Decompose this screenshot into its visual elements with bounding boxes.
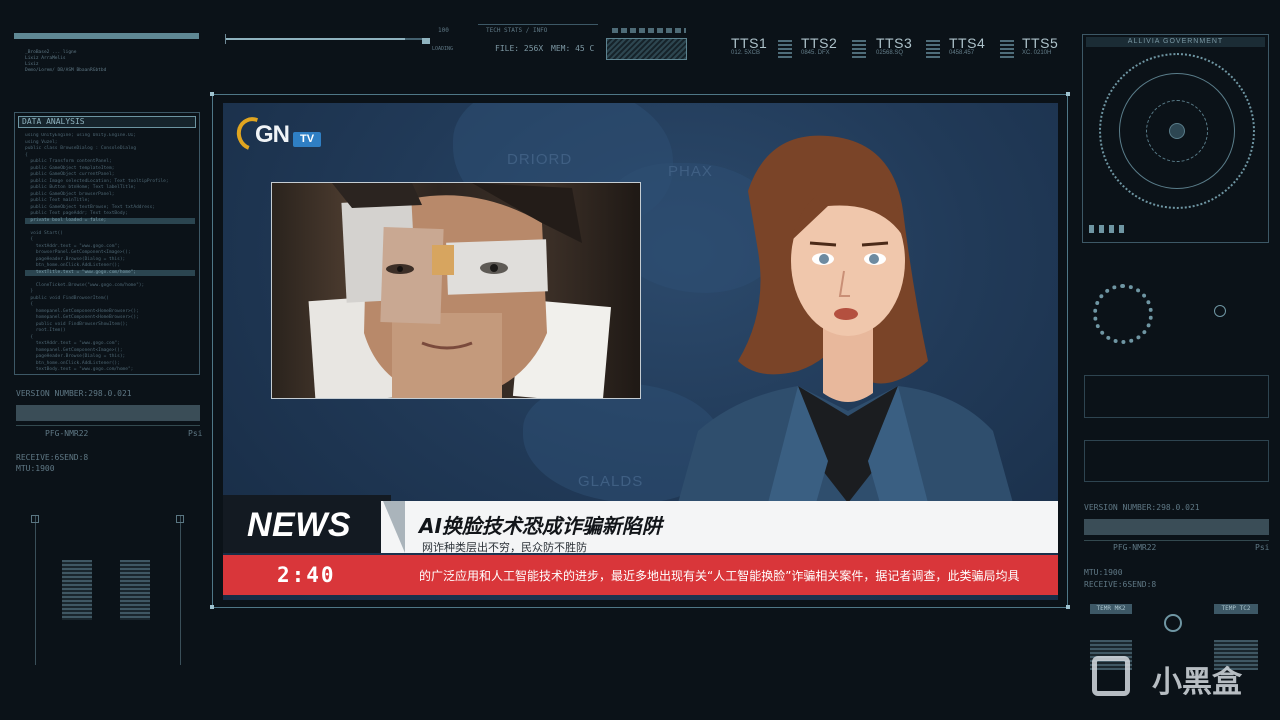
gov-panel-title: ALLIVIA GOVERNMENT xyxy=(1086,37,1265,47)
map-label: GLALDS xyxy=(578,473,644,490)
ticker-text: 的广泛应用和人工智能技术的进步，最近多地出现有关“人工智能换脸”诈骗相关案件，据… xyxy=(419,569,1020,583)
mem-readout: MEM: 45 C xyxy=(551,44,595,53)
load-label: LOADING xyxy=(432,46,454,52)
tts-name: TTS1 xyxy=(731,35,768,51)
heybox-logo-icon xyxy=(1092,656,1130,696)
frame-corner xyxy=(1066,605,1070,609)
loading-bar xyxy=(225,38,430,40)
frame-corner xyxy=(1066,92,1070,96)
gn-tv-logo: GN TV xyxy=(231,111,323,157)
slider-track-1 xyxy=(35,515,36,665)
news-broadcast-screen: DRIORD PHAX GLALDS GN TV NEWS AI换脸技术恐成诈骗… xyxy=(223,103,1058,600)
radar-core xyxy=(1169,123,1185,139)
news-ticker: 2:40 的广泛应用和人工智能技术的进步，最近多地出现有关“人工智能换脸”诈骗相… xyxy=(223,555,1058,595)
divider xyxy=(1084,540,1269,541)
headline-subtitle: 网诈种类层出不穷，民众防不胜防 xyxy=(422,541,587,554)
panel-dots xyxy=(1089,225,1129,233)
right-receive: RECEIVE:6SEND:8 xyxy=(1084,580,1157,589)
temp-gauge-label: TEMP TC2 xyxy=(1214,604,1258,614)
tts-name: TTS5 xyxy=(1022,35,1059,51)
divider xyxy=(478,24,598,25)
frame-corner xyxy=(210,605,214,609)
news-label-box: NEWS xyxy=(223,495,391,553)
right-meter-bar xyxy=(1084,519,1269,535)
tts-signal-bars xyxy=(1000,40,1014,58)
news-anchor-illustration xyxy=(678,131,1058,503)
loading-bar-cap xyxy=(422,38,430,44)
headline-text: AI换脸技术恐成诈骗新陷阱 xyxy=(419,514,662,538)
left-mtu: MTU:1900 xyxy=(16,464,55,473)
stats-gauge xyxy=(606,38,687,60)
tts-readout: TTS2 0845. DFX xyxy=(801,35,837,56)
temp-gauge-label: TEMR MK2 xyxy=(1090,604,1132,614)
tech-stats-label: TECH STATS / INFO xyxy=(486,27,548,34)
left-version-number: VERSION NUMBER:298.0.021 xyxy=(16,389,132,398)
loading-bar-tick xyxy=(225,34,231,44)
center-dial-icon xyxy=(1164,614,1182,632)
top-left-bar xyxy=(14,33,199,39)
info-box xyxy=(1084,375,1269,418)
slider-track-2 xyxy=(180,515,181,665)
headline-accent xyxy=(383,501,405,553)
top-left-code: _BroBase2 ... ligne Lixiz ArraMelis Lixi… xyxy=(25,50,106,74)
info-box xyxy=(1084,440,1269,482)
tts-name: TTS3 xyxy=(876,35,913,51)
left-pfg-label: PFG-NMR22 xyxy=(45,429,89,438)
allivia-government-panel: ALLIVIA GOVERNMENT xyxy=(1082,34,1269,243)
left-psi-label: Psi xyxy=(188,429,203,438)
stats-ticks xyxy=(612,28,686,33)
right-pfg-label: PFG-NMR22 xyxy=(1113,543,1157,552)
tts-signal-bars xyxy=(852,40,866,58)
code-listing: using UnityEngine; using Unity.Engine.UI… xyxy=(25,133,195,373)
dial-icon xyxy=(1093,284,1153,344)
tts-readout: TTS3 02568.SQ xyxy=(876,35,912,56)
anchor-figure xyxy=(678,135,1013,503)
tts-signal-bars xyxy=(926,40,940,58)
face-swap-collage-image xyxy=(271,182,641,399)
slider-handle xyxy=(176,515,184,523)
level-indicator xyxy=(62,560,92,620)
status-dot xyxy=(1214,305,1226,317)
face-collage-illustration xyxy=(308,183,612,398)
logo-gn-text: GN xyxy=(255,121,290,148)
tts-signal-bars xyxy=(778,40,792,58)
left-receive: RECEIVE:6SEND:8 xyxy=(16,453,89,462)
right-version-number: VERSION NUMBER:298.0.021 xyxy=(1084,503,1200,512)
news-label: NEWS xyxy=(247,506,351,544)
tts-readout: TTS5 XC. 0210H xyxy=(1022,35,1058,56)
map-label: DRIORD xyxy=(507,151,573,168)
right-mtu: MTU:1900 xyxy=(1084,568,1123,577)
watermark-text: 小黑盒 xyxy=(1152,665,1242,700)
file-size: FILE: 256X xyxy=(495,44,544,53)
left-meter-bar xyxy=(16,405,200,421)
level-indicator xyxy=(120,560,150,620)
broadcast-time: 2:40 xyxy=(277,563,336,587)
tts-name: TTS2 xyxy=(801,35,838,51)
frame-corner xyxy=(210,92,214,96)
code-line: Demo/Lorem/ DB/ASM BbaanRGbtbd xyxy=(25,68,107,73)
tts-name: TTS4 xyxy=(949,35,986,51)
divider xyxy=(16,425,200,426)
radar-icon xyxy=(1099,53,1255,209)
slider-handle xyxy=(31,515,39,523)
loading-bar-fill xyxy=(225,38,406,40)
data-analysis-panel: DATA ANALYSIS using UnityEngine; using U… xyxy=(14,112,200,375)
right-psi-label: Psi xyxy=(1255,543,1270,552)
load-value: 100 xyxy=(438,27,449,34)
tts-readout: TTS1 012. 5XCB xyxy=(731,35,767,56)
logo-tv-badge: TV xyxy=(293,132,321,147)
tts-readout: TTS4 0458.457 xyxy=(949,35,985,56)
data-analysis-title: DATA ANALYSIS xyxy=(18,116,196,128)
